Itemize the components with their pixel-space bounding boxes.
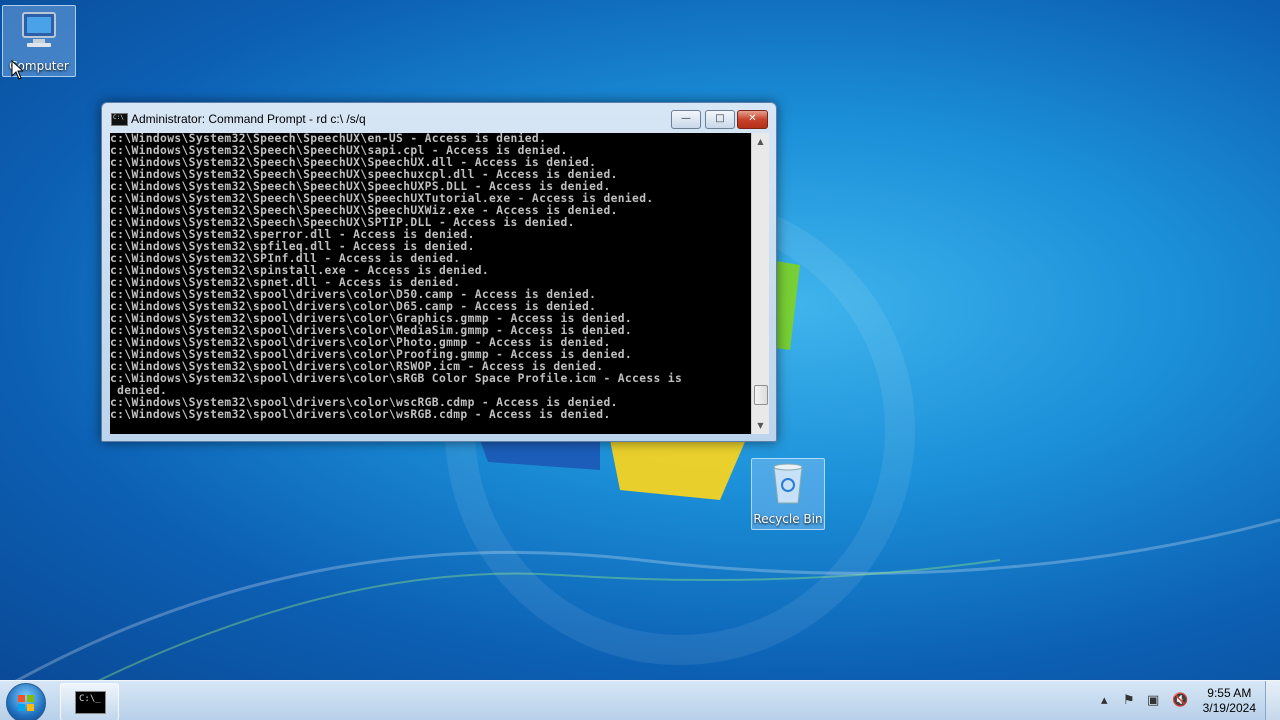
scroll-thumb[interactable]: [754, 385, 768, 405]
cmd-icon: [111, 113, 128, 126]
cmd-icon: [75, 691, 106, 714]
console-output[interactable]: c:\Windows\System32\Speech\SpeechUX\en-U…: [110, 133, 751, 434]
vertical-scrollbar[interactable]: ▲ ▼: [751, 133, 769, 434]
recycle-bin-icon: [773, 463, 803, 504]
chevron-up-icon[interactable]: ▴: [1101, 693, 1108, 708]
clock[interactable]: 9:55 AM 3/19/2024: [1203, 686, 1256, 716]
window-title: Administrator: Command Prompt - rd c:\ /…: [131, 112, 366, 126]
speaker-muted-icon[interactable]: 🔇: [1172, 693, 1188, 708]
clock-date: 3/19/2024: [1202, 701, 1256, 715]
minimize-button[interactable]: —: [671, 110, 701, 129]
recycle-bin-label: Recycle Bin: [753, 512, 823, 526]
clock-time: 9:55 AM: [1207, 686, 1252, 700]
scroll-down-arrow-icon[interactable]: ▼: [752, 417, 769, 434]
scroll-up-arrow-icon[interactable]: ▲: [752, 133, 769, 150]
network-icon[interactable]: ▣: [1147, 693, 1159, 708]
command-prompt-window[interactable]: Administrator: Command Prompt - rd c:\ /…: [101, 102, 777, 442]
show-desktop-button[interactable]: [1265, 681, 1280, 720]
window-titlebar[interactable]: Administrator: Command Prompt - rd c:\ /…: [102, 103, 776, 133]
maximize-button[interactable]: □: [705, 110, 735, 129]
computer-icon: [22, 12, 56, 47]
flag-icon[interactable]: ⚑: [1123, 693, 1135, 708]
start-button[interactable]: [6, 683, 46, 720]
taskbar-command-prompt-button[interactable]: [60, 683, 119, 720]
windows-logo-icon: [18, 695, 34, 711]
console-line: c:\Windows\System32\spool\drivers\color\…: [110, 408, 611, 421]
recycle-bin-desktop-icon[interactable]: Recycle Bin: [751, 458, 825, 530]
close-button[interactable]: ✕: [737, 110, 768, 129]
desktop[interactable]: Computer Recycle Bin Administrator: Comm…: [0, 0, 1280, 680]
console-line: c:\Windows\System32\spool\drivers\color\…: [110, 372, 683, 385]
taskbar: ▴ ⚑ ▣ 🔇 9:55 AM 3/19/2024: [0, 680, 1280, 720]
